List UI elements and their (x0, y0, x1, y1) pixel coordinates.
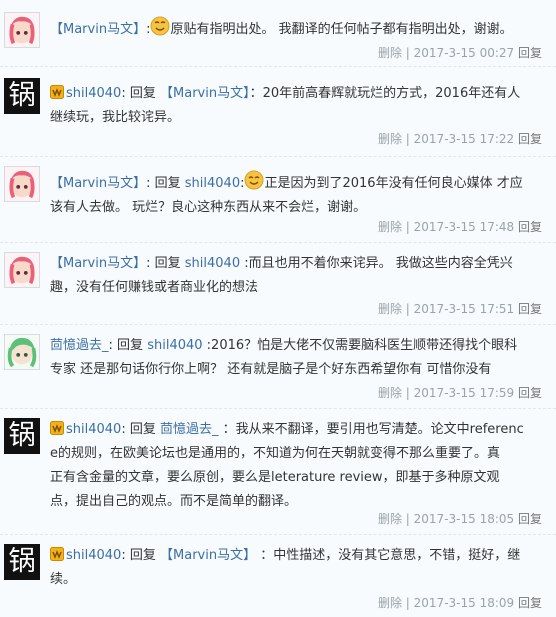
comment-item: 【Marvin马文】: 回复 shil4040 :而且也用不着你来诧异。 我做这… (0, 242, 556, 325)
comment-username[interactable]: 【Marvin马文】 (50, 256, 146, 271)
reply-keyword: 回复 (129, 548, 156, 563)
reply-keyword: 回复 (117, 338, 144, 353)
comment-meta: 删除 | 2017-3-15 17:48 回复 (378, 218, 542, 235)
comment-text: 正是因为到了2016年没有任何良心媒体 才应 (264, 176, 523, 191)
comment-meta: 删除 | 2017-3-15 17:51 回复 (378, 300, 542, 317)
meta-divider: | (401, 132, 414, 146)
comment-meta: 删除 | 2017-3-15 18:09 回复 (378, 594, 542, 611)
reply-link[interactable]: 回复 (518, 302, 542, 316)
comment-text: ：我从来不翻译，要引用也写清楚。论文中referenc (222, 422, 524, 437)
comment-separator: : (121, 422, 126, 437)
reply-link[interactable]: 回复 (518, 386, 542, 400)
avatar-char: 锅 (8, 546, 36, 577)
comment-text: 该有人去做。 玩烂？良心这种东西从来不会烂，谢谢。 (50, 200, 367, 215)
comment-timestamp: 2017-3-15 18:05 (413, 512, 515, 526)
vip-badge-icon (50, 546, 64, 561)
comment-meta: 删除 | 2017-3-15 17:59 回复 (378, 384, 542, 401)
reply-target-username[interactable]: shil4040 (147, 338, 202, 353)
avatar[interactable] (4, 166, 40, 202)
comment-timestamp: 2017-3-15 17:51 (413, 302, 515, 316)
avatar[interactable]: 锅 (4, 78, 40, 114)
meta-divider: | (401, 220, 414, 234)
smiley-emoji-icon (244, 170, 264, 190)
comment-username[interactable]: 【Marvin马文】 (50, 22, 146, 37)
comment-timestamp: 2017-3-15 17:22 (413, 132, 515, 146)
comment-text: 正有含金量的文章，要么原创，要么是leterature review，即基于多种… (50, 470, 500, 485)
avatar-char: 锅 (8, 80, 36, 111)
comment-separator: : (108, 338, 113, 353)
delete-link[interactable]: 删除 (378, 46, 402, 60)
comment-meta: 删除 | 2017-3-15 00:27 回复 (378, 44, 542, 61)
reply-link[interactable]: 回复 (518, 46, 542, 60)
comment-item: 【Marvin马文】: 回复 shil4040: 正是因为到了2016年没有任何良… (0, 156, 556, 243)
comment-item: 茴憶過去_: 回复 shil4040 :2016？怕是大佬不仅需要脑科医生顺带还… (0, 324, 556, 409)
comment-username[interactable]: 【Marvin马文】 (50, 176, 146, 191)
comment-item: 锅 shil4040: 回复 茴憶過去_ ：我从来不翻译，要引用也写清楚。论文中… (0, 408, 556, 535)
comment-timestamp: 2017-3-15 17:59 (413, 386, 515, 400)
meta-divider: | (401, 512, 414, 526)
reply-link[interactable]: 回复 (518, 596, 542, 610)
comment-item: 【Marvin马文】: 原贴有指明出处。 我翻译的任何帖子都有指明出处，谢谢。 删… (0, 0, 556, 67)
comment-item: 锅 shil4040: 回复 【Marvin马文】 ：中性描述，没有其它意思，不… (0, 534, 556, 617)
comment-text: :2016？怕是大佬不仅需要脑科医生顺带还得找个眼科 (206, 338, 518, 353)
smiley-emoji-icon (150, 16, 170, 36)
meta-divider: | (401, 46, 414, 60)
reply-keyword: 回复 (129, 422, 156, 437)
comment-text: 续。 (50, 572, 77, 587)
comment-timestamp: 2017-3-15 00:27 (413, 46, 515, 60)
reply-keyword: 回复 (154, 256, 181, 271)
avatar-char: 锅 (8, 420, 36, 451)
comment-separator: : (146, 256, 151, 271)
comment-text: 点，提出自己的观点。而不是简单的翻译。 (50, 494, 298, 509)
reply-link[interactable]: 回复 (518, 512, 542, 526)
comment-text: 专家 还是那句话你行你上啊？ 还有就是脑子是个好东西希望你有 可惜你没有 (50, 362, 492, 377)
comment-separator: : (146, 176, 151, 191)
comment-text: 趣，没有任何赚钱或者商业化的想法 (50, 280, 259, 295)
avatar[interactable] (4, 12, 40, 48)
comment-timestamp: 2017-3-15 17:48 (413, 220, 515, 234)
comment-text: ：20年前高春辉就玩烂的方式，2016年还有人 (249, 86, 521, 101)
delete-link[interactable]: 删除 (378, 512, 402, 526)
reply-target-username[interactable]: 【Marvin马文】 (160, 548, 256, 563)
reply-link[interactable]: 回复 (518, 132, 542, 146)
avatar[interactable] (4, 334, 40, 370)
comment-text: ：中性描述，没有其它意思，不错，挺好，继 (260, 548, 521, 563)
vip-badge-icon (50, 420, 64, 435)
reply-target-username[interactable]: 【Marvin马文】 (160, 86, 250, 101)
delete-link[interactable]: 删除 (378, 132, 402, 146)
reply-keyword: 回复 (129, 86, 156, 101)
meta-divider: | (401, 386, 414, 400)
comment-meta: 删除 | 2017-3-15 17:22 回复 (378, 130, 542, 147)
reply-target-username[interactable]: 茴憶過去_ (160, 422, 219, 437)
comment-text: e的规则，在欧美论坛也是通用的，不知道为何在天朝就变得不那么重要了。真 (50, 446, 500, 461)
comment-username[interactable]: 茴憶過去_ (50, 338, 109, 353)
avatar[interactable]: 锅 (4, 544, 40, 580)
comment-username[interactable]: shil4040 (66, 86, 121, 101)
comment-item: 锅 shil4040: 回复 【Marvin马文】：20年前高春辉就玩烂的方式，… (0, 66, 556, 157)
delete-link[interactable]: 删除 (378, 302, 402, 316)
comment-text: 原贴有指明出处。 我翻译的任何帖子都有指明出处，谢谢。 (170, 22, 513, 37)
reply-target-username[interactable]: shil4040 (185, 256, 240, 271)
reply-link[interactable]: 回复 (518, 220, 542, 234)
meta-divider: | (401, 596, 414, 610)
comment-username[interactable]: shil4040 (66, 548, 121, 563)
comment-separator: : (121, 86, 126, 101)
vip-badge-icon (50, 84, 64, 99)
comment-username[interactable]: shil4040 (66, 422, 121, 437)
delete-link[interactable]: 删除 (378, 386, 402, 400)
comment-meta: 删除 | 2017-3-15 18:05 回复 (378, 510, 542, 527)
delete-link[interactable]: 删除 (378, 596, 402, 610)
comment-separator: : (121, 548, 126, 563)
meta-divider: | (401, 302, 414, 316)
comment-timestamp: 2017-3-15 18:09 (413, 596, 515, 610)
delete-link[interactable]: 删除 (378, 220, 402, 234)
avatar[interactable] (4, 252, 40, 288)
comment-text: :而且也用不着你来诧异。 我做这些内容全凭兴 (244, 256, 513, 271)
reply-target-username[interactable]: shil4040 (185, 176, 240, 191)
avatar[interactable]: 锅 (4, 418, 40, 454)
comment-list: 【Marvin马文】: 原贴有指明出处。 我翻译的任何帖子都有指明出处，谢谢。 删… (0, 0, 556, 617)
comment-text: 继续玩，我比较诧异。 (50, 110, 181, 125)
reply-keyword: 回复 (154, 176, 181, 191)
